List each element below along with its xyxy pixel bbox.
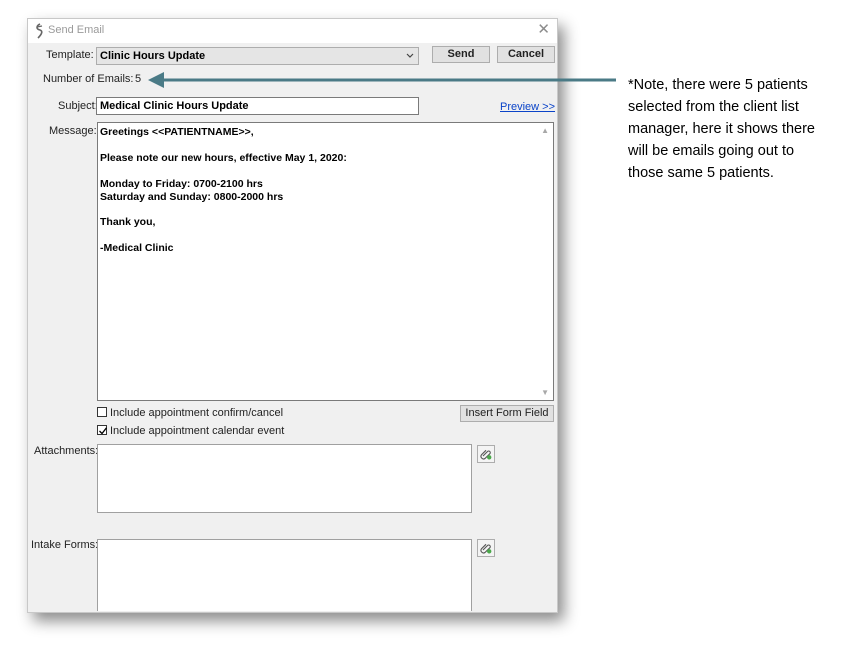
confirm-cancel-label: Include appointment confirm/cancel bbox=[110, 407, 284, 419]
scroll-down-icon[interactable]: ▼ bbox=[541, 388, 549, 397]
message-line: Greetings <<PATIENTNAME>>, bbox=[100, 126, 254, 138]
message-line: Thank you, bbox=[100, 216, 156, 228]
message-textarea[interactable]: Greetings <<PATIENTNAME>>, Please note o… bbox=[97, 122, 554, 401]
template-label: Template: bbox=[46, 49, 94, 61]
title-bar: Send Email ✕ bbox=[28, 19, 557, 43]
intake-forms-list[interactable] bbox=[97, 539, 472, 611]
confirm-cancel-checkbox[interactable] bbox=[97, 407, 107, 417]
calendar-event-option[interactable]: Include appointment calendar event bbox=[97, 425, 284, 437]
confirm-cancel-option[interactable]: Include appointment confirm/cancel bbox=[97, 407, 283, 419]
insert-form-field-button[interactable]: Insert Form Field bbox=[460, 405, 554, 422]
annotation-line: those same 5 patients. bbox=[628, 165, 774, 181]
chevron-down-icon bbox=[406, 53, 414, 58]
annotation-line: manager, here it shows there bbox=[628, 121, 815, 137]
send-email-dialog: Send Email ✕ Template: Clinic Hours Upda… bbox=[27, 18, 558, 613]
annotation-note: *Note, there were 5 patients selected fr… bbox=[628, 74, 838, 184]
calendar-event-checkbox[interactable] bbox=[97, 425, 108, 435]
window-title: Send Email bbox=[48, 24, 105, 36]
annotation-line: selected from the client list bbox=[628, 99, 799, 115]
message-line: -Medical Clinic bbox=[100, 242, 174, 254]
add-attachment-button[interactable] bbox=[477, 445, 495, 463]
paperclip-icon bbox=[480, 449, 492, 460]
template-select[interactable]: Clinic Hours Update bbox=[96, 47, 419, 65]
intake-forms-label: Intake Forms: bbox=[31, 539, 99, 551]
preview-link[interactable]: Preview >> bbox=[500, 101, 555, 113]
check-icon bbox=[99, 427, 108, 435]
annotation-line: will be emails going out to bbox=[628, 143, 795, 159]
attachments-list[interactable] bbox=[97, 444, 472, 513]
subject-label: Subject: bbox=[58, 100, 98, 112]
app-icon bbox=[36, 23, 43, 39]
annotation-arrow bbox=[148, 72, 616, 88]
message-line: Monday to Friday: 0700-2100 hrs bbox=[100, 178, 263, 190]
template-value: Clinic Hours Update bbox=[100, 50, 206, 62]
send-button[interactable]: Send bbox=[432, 46, 490, 63]
annotation-line: *Note, there were 5 patients bbox=[628, 77, 808, 93]
calendar-event-label: Include appointment calendar event bbox=[110, 425, 285, 437]
email-count-label: Number of Emails: bbox=[43, 73, 134, 85]
subject-input[interactable]: Medical Clinic Hours Update bbox=[96, 97, 419, 115]
close-icon[interactable]: ✕ bbox=[537, 22, 550, 38]
message-line: Saturday and Sunday: 0800-2000 hrs bbox=[100, 191, 284, 203]
attachments-label: Attachments: bbox=[34, 445, 99, 457]
cancel-button[interactable]: Cancel bbox=[497, 46, 555, 63]
scroll-up-icon[interactable]: ▲ bbox=[541, 126, 549, 135]
message-line: Please note our new hours, effective May… bbox=[100, 152, 347, 164]
subject-value: Medical Clinic Hours Update bbox=[100, 100, 249, 112]
add-intake-form-button[interactable] bbox=[477, 539, 495, 557]
message-label: Message: bbox=[49, 125, 97, 137]
paperclip-icon bbox=[480, 543, 492, 554]
